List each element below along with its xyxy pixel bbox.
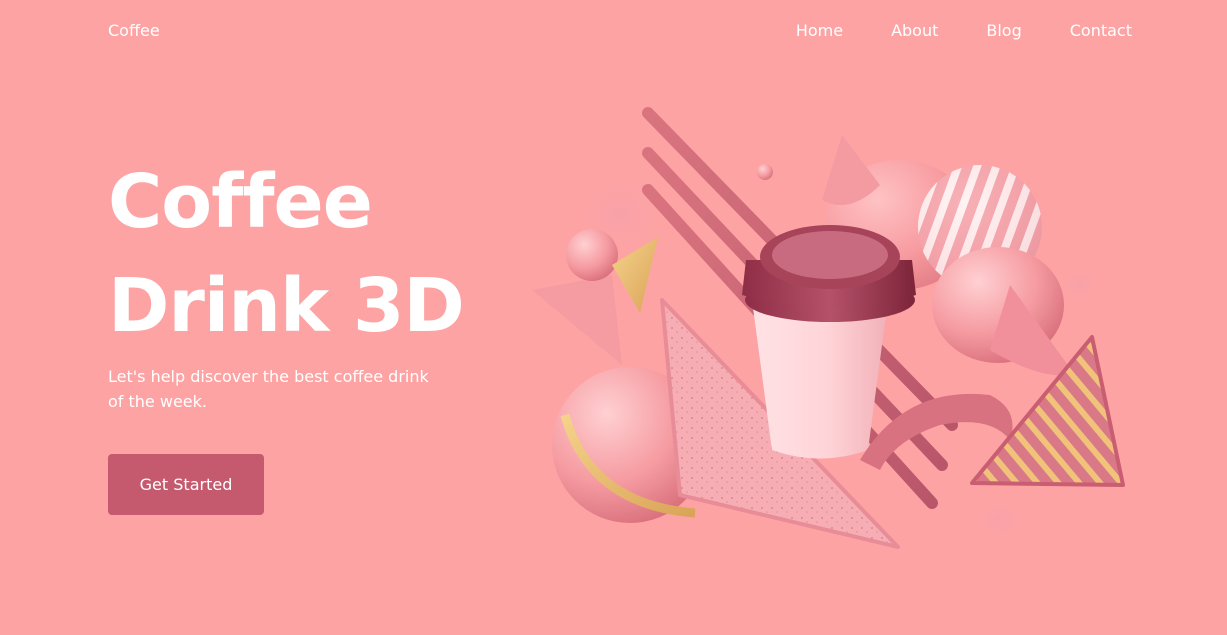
coffee-3d-illustration	[532, 107, 1125, 549]
brand-logo[interactable]: Coffee	[108, 21, 160, 40]
hero-title: Coffee Drink 3D	[108, 150, 465, 358]
small-sphere-left	[566, 229, 618, 281]
nav-link-blog[interactable]: Blog	[986, 21, 1021, 40]
blurred-blob-bottom	[965, 492, 1035, 548]
top-navigation: Coffee Home About Blog Contact	[0, 0, 1227, 64]
hero-title-line-1: Coffee	[108, 159, 373, 245]
nav-link-home[interactable]: Home	[796, 21, 843, 40]
cup-body	[752, 300, 888, 459]
get-started-button[interactable]: Get Started	[108, 454, 264, 515]
hero-subtitle: Let's help discover the best coffee drin…	[108, 367, 429, 411]
nav-link-contact[interactable]: Contact	[1070, 21, 1132, 40]
nav-menu: Home About Blog Contact	[796, 21, 1132, 40]
nav-link-about[interactable]: About	[891, 21, 938, 40]
left-cone	[532, 275, 622, 365]
tiny-sphere	[757, 164, 773, 180]
hero-title-line-2: Drink 3D	[108, 263, 465, 349]
